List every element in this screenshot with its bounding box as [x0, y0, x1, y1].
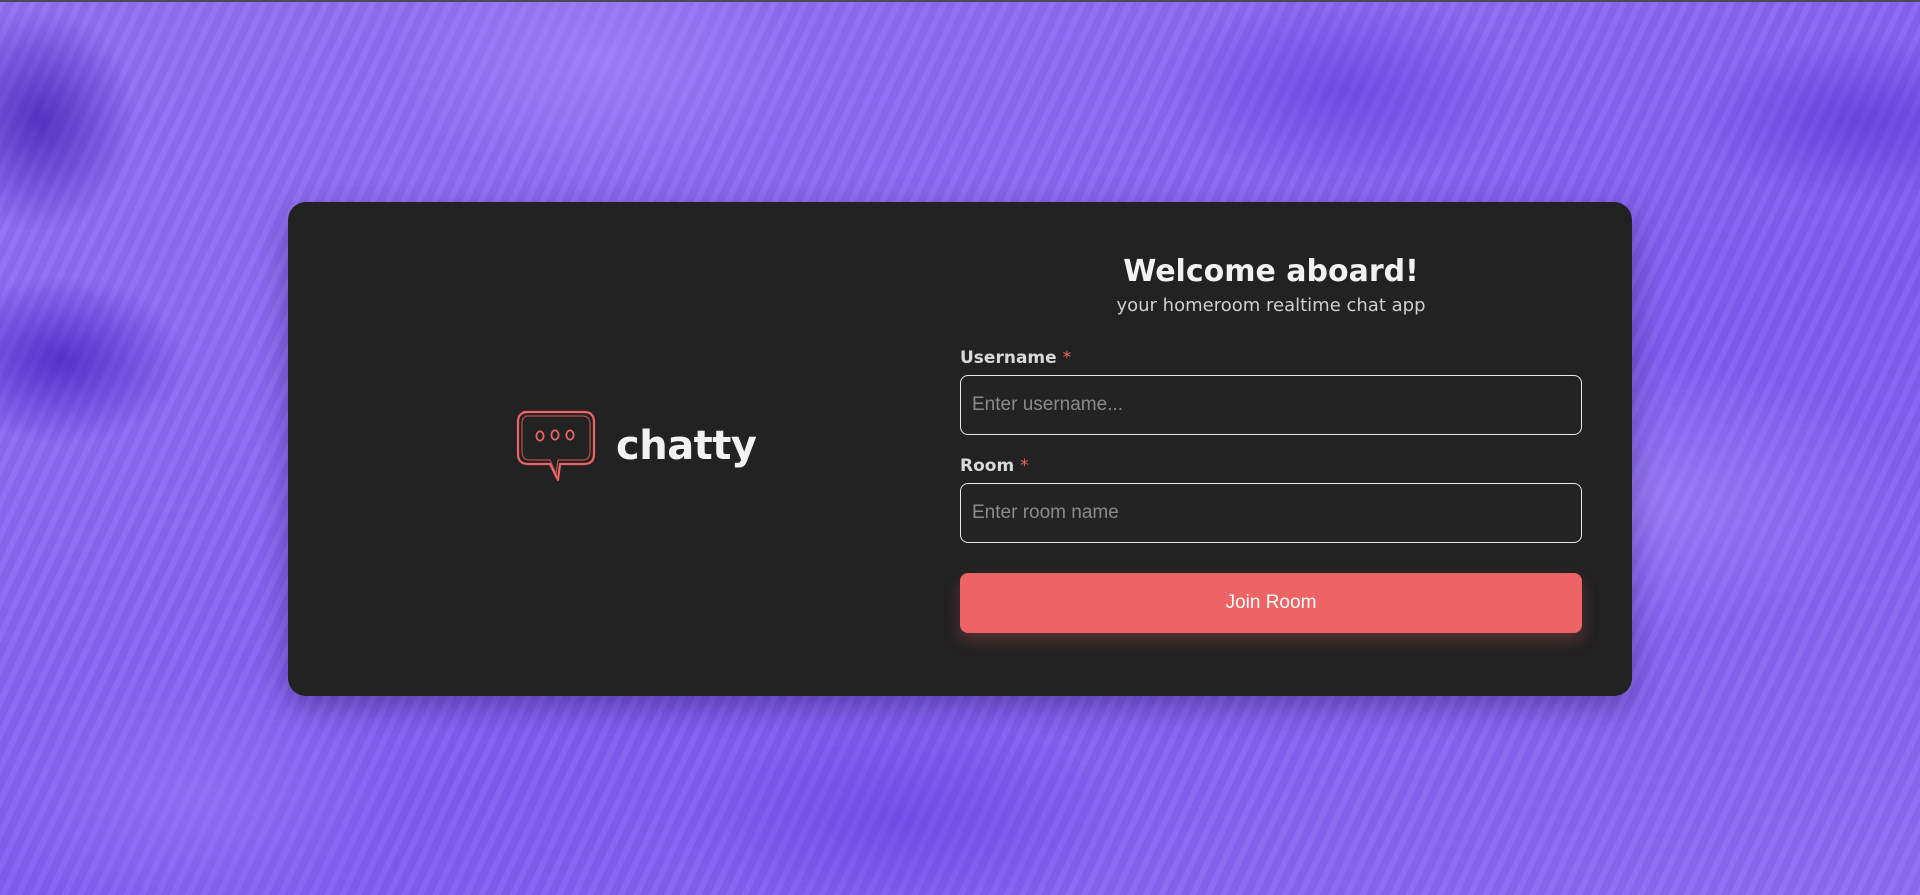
- username-input[interactable]: [960, 375, 1582, 435]
- username-group: Username *: [960, 347, 1582, 435]
- required-marker: *: [1020, 456, 1029, 476]
- login-card: chatty Welcome aboard! your homeroom rea…: [288, 202, 1632, 696]
- brand: chatty: [514, 408, 757, 484]
- required-marker: *: [1062, 348, 1072, 368]
- room-label-text: Room: [960, 456, 1015, 476]
- brand-name: chatty: [616, 423, 757, 469]
- join-form: Welcome aboard! your homeroom realtime c…: [960, 254, 1582, 633]
- top-border: [0, 0, 1920, 2]
- page-title: Welcome aboard!: [1123, 254, 1419, 289]
- room-input[interactable]: [960, 483, 1582, 543]
- username-label: Username *: [960, 347, 1582, 369]
- join-room-button[interactable]: Join Room: [960, 573, 1582, 633]
- page-subtitle: your homeroom realtime chat app: [1116, 295, 1426, 316]
- room-group: Room *: [960, 455, 1582, 543]
- speech-bubble-icon: [516, 410, 596, 482]
- room-label: Room *: [960, 455, 1582, 477]
- username-label-text: Username: [960, 348, 1057, 368]
